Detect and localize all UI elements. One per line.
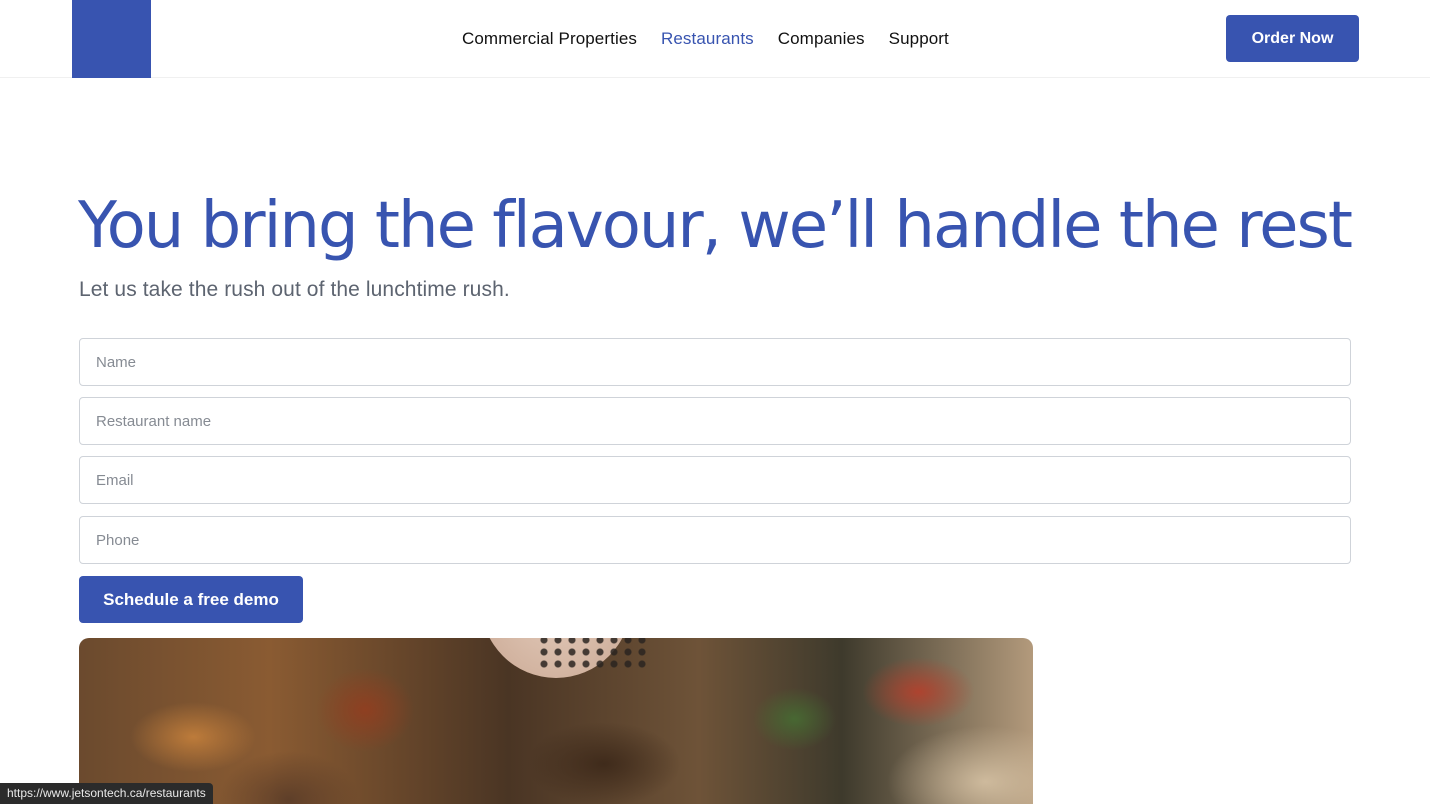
- strainer-holes-detail: [537, 638, 647, 670]
- phone-input[interactable]: [79, 516, 1351, 564]
- hero-title: You bring the flavour, we’ll handle the …: [78, 189, 1353, 263]
- name-input[interactable]: [79, 338, 1351, 386]
- hero-subtitle: Let us take the rush out of the lunchtim…: [79, 278, 510, 301]
- email-input[interactable]: [79, 456, 1351, 504]
- site-header: Commercial Properties Restaurants Compan…: [0, 0, 1430, 78]
- nav-item-companies[interactable]: Companies: [778, 29, 865, 49]
- restaurant-name-input[interactable]: [79, 397, 1351, 445]
- order-now-button[interactable]: Order Now: [1226, 15, 1359, 62]
- logo[interactable]: [72, 0, 151, 78]
- main-nav: Commercial Properties Restaurants Compan…: [462, 28, 949, 50]
- nav-item-support[interactable]: Support: [889, 29, 949, 49]
- nav-item-restaurants[interactable]: Restaurants: [661, 29, 754, 49]
- status-bar-url: https://www.jetsontech.ca/restaurants: [0, 783, 213, 804]
- schedule-demo-button[interactable]: Schedule a free demo: [79, 576, 303, 623]
- restaurant-kitchen-photo: [79, 638, 1033, 804]
- page: Commercial Properties Restaurants Compan…: [0, 0, 1430, 804]
- nav-item-commercial-properties[interactable]: Commercial Properties: [462, 29, 637, 49]
